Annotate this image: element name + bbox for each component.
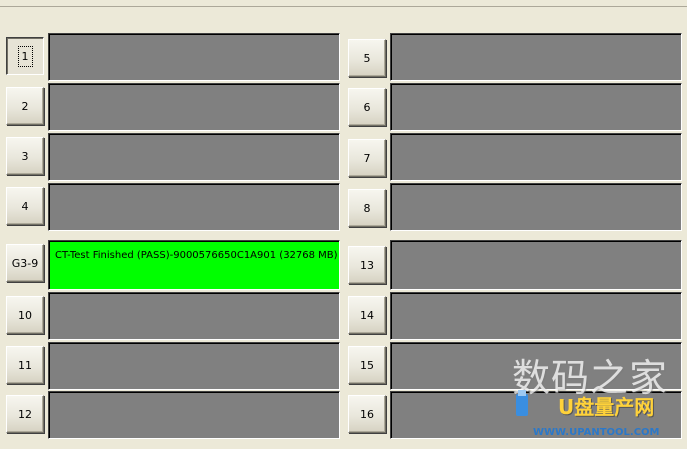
slot-button-4[interactable]: 4 bbox=[6, 187, 44, 225]
slot-status-panel-4 bbox=[48, 183, 340, 231]
slot-status-panel-3 bbox=[48, 133, 340, 181]
slot-button-label: 4 bbox=[21, 199, 29, 213]
slot-button-label: G3-9 bbox=[11, 256, 39, 270]
slot-button-3[interactable]: 3 bbox=[6, 137, 44, 175]
slot-status-panel-5 bbox=[390, 33, 682, 81]
slot-button-label: 10 bbox=[18, 308, 32, 322]
slot-button-15[interactable]: 15 bbox=[348, 346, 386, 384]
slot-status-panel-12 bbox=[48, 391, 340, 439]
slot-status-panel-11 bbox=[48, 342, 340, 390]
slot-button-6[interactable]: 6 bbox=[348, 88, 386, 126]
slot-button-2[interactable]: 2 bbox=[6, 87, 44, 125]
slot-status-panel-7 bbox=[390, 133, 682, 181]
slot-button-label: 3 bbox=[21, 149, 29, 163]
slot-button-label: 2 bbox=[21, 99, 29, 113]
slot-status-panel-10 bbox=[48, 292, 340, 340]
slot-button-11[interactable]: 11 bbox=[6, 346, 44, 384]
slot-button-14[interactable]: 14 bbox=[348, 296, 386, 334]
slot-status-panel-2 bbox=[48, 83, 340, 131]
window-top-edge bbox=[0, 0, 687, 7]
slot-button-1[interactable]: 1 bbox=[6, 37, 44, 75]
slot-button-label: 13 bbox=[360, 258, 374, 272]
slot-button-16[interactable]: 16 bbox=[348, 395, 386, 433]
slot-button-8[interactable]: 8 bbox=[348, 189, 386, 227]
slot-status-panel-1 bbox=[48, 33, 340, 81]
slot-button-label: 11 bbox=[18, 358, 32, 372]
slot-button-5[interactable]: 5 bbox=[348, 39, 386, 77]
slot-status-panel-15 bbox=[390, 342, 682, 390]
slot-status-panel-14 bbox=[390, 292, 682, 340]
slot-button-label: 5 bbox=[363, 51, 371, 65]
slot-button-label: 7 bbox=[363, 151, 371, 165]
slot-button-13[interactable]: 13 bbox=[348, 246, 386, 284]
slot-button-label: 16 bbox=[360, 407, 374, 421]
slot-button-label: 14 bbox=[360, 308, 374, 322]
slot-button-label: 15 bbox=[360, 358, 374, 372]
slot-button-7[interactable]: 7 bbox=[348, 139, 386, 177]
slot-status-panel-g3-9: CT-Test Finished (PASS)-9000576650C1A901… bbox=[48, 240, 340, 290]
slot-button-12[interactable]: 12 bbox=[6, 395, 44, 433]
slot-button-label: 8 bbox=[363, 201, 371, 215]
slot-button-label: 12 bbox=[18, 407, 32, 421]
slot-status-panel-6 bbox=[390, 83, 682, 131]
slot-status-panel-13 bbox=[390, 240, 682, 290]
slot-status-panel-8 bbox=[390, 183, 682, 231]
slot-button-label: 6 bbox=[363, 100, 371, 114]
slot-button-10[interactable]: 10 bbox=[6, 296, 44, 334]
slot-status-panel-16 bbox=[390, 391, 682, 439]
slot-button-g3-9[interactable]: G3-9 bbox=[6, 244, 44, 282]
slot-button-label: 1 bbox=[17, 45, 33, 67]
